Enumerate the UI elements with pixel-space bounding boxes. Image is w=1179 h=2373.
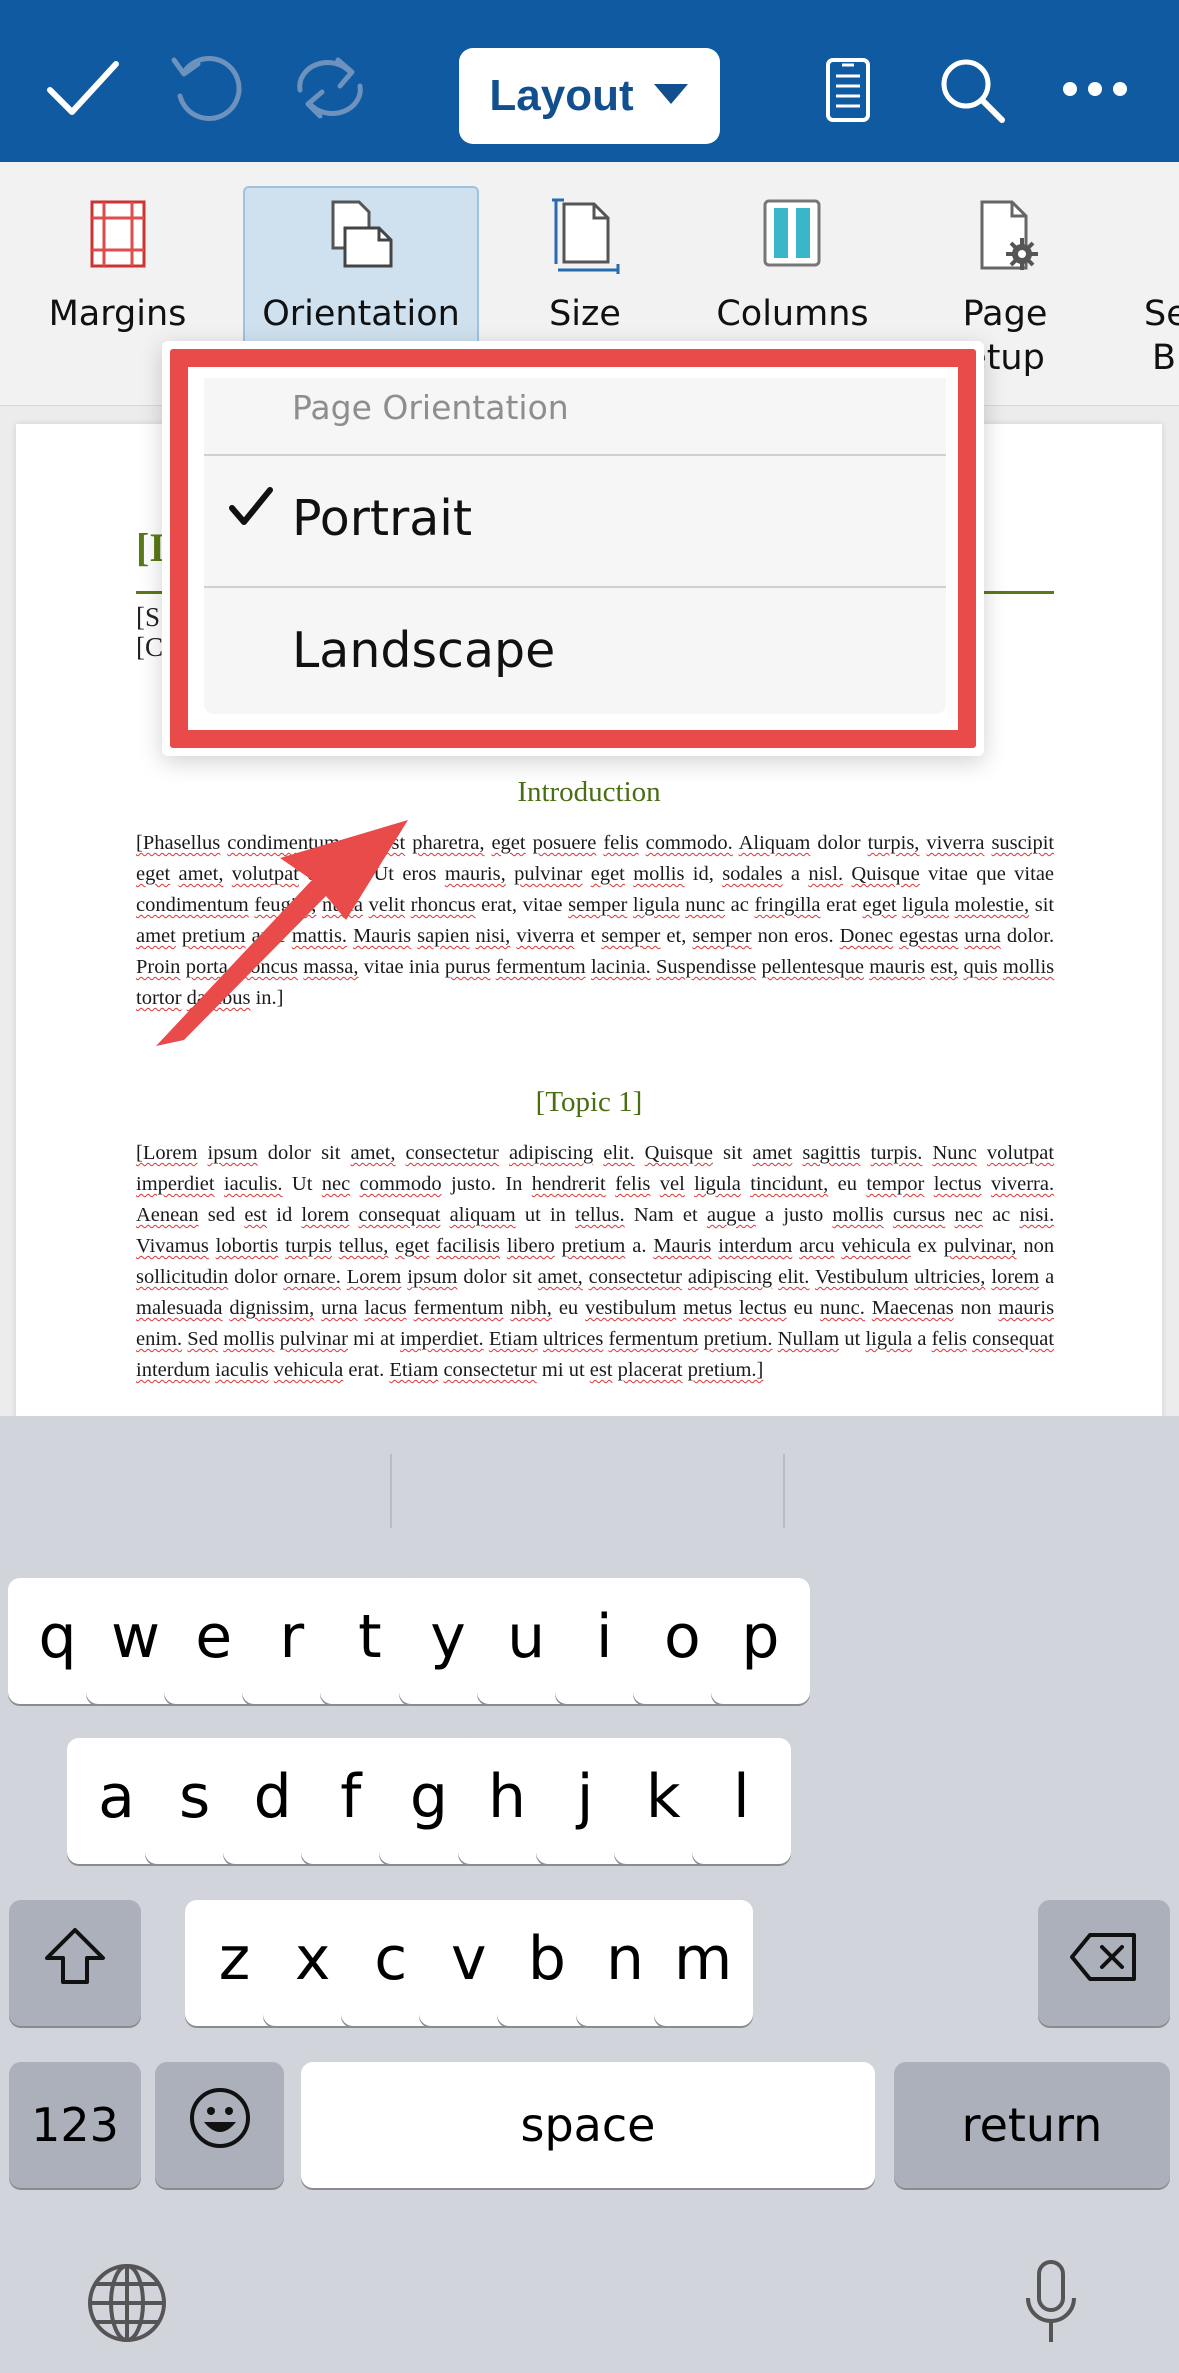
orientation-icon (327, 198, 397, 275)
top-toolbar: Layout (0, 0, 1179, 162)
key-label: k (645, 1762, 681, 1832)
size-icon (550, 198, 622, 279)
key-p[interactable]: p (710, 1578, 810, 1704)
annotation-arrow (150, 800, 430, 1065)
doc-date-line: [C (136, 632, 163, 662)
key-label: f (340, 1762, 362, 1832)
key-label: t (358, 1602, 382, 1672)
checkmark-icon[interactable] (42, 52, 122, 127)
more-icon[interactable] (1060, 78, 1130, 105)
doc-title: [I (136, 525, 165, 570)
emoji-icon (188, 2086, 252, 2165)
key-label: i (595, 1602, 613, 1672)
redo-icon[interactable] (290, 50, 370, 131)
ribbon-size-label: Size (549, 294, 621, 334)
chevron-down-icon (652, 82, 690, 111)
backspace-icon (1068, 1928, 1140, 1998)
ribbon-columns-label: Columns (716, 294, 869, 334)
suggestion-divider (390, 1454, 392, 1528)
ribbon-section-breaks-label-2: Bi (1152, 338, 1179, 378)
topic-paragraph: [Lorem ipsum dolor sit amet, consectetur… (136, 1142, 1055, 1381)
key-label: x (294, 1924, 331, 1994)
numbers-key[interactable]: 123 (9, 2062, 141, 2188)
highlight-box (170, 349, 976, 748)
key-label: y (430, 1602, 466, 1672)
key-label: o (663, 1602, 701, 1672)
doc-subtitle-line: [S (136, 602, 161, 632)
key-label: j (576, 1762, 594, 1832)
ribbon-section-breaks-label-1: Se (1144, 294, 1179, 334)
ribbon-page-setup-label-1: Page (962, 294, 1048, 334)
globe-icon[interactable] (86, 2262, 168, 2349)
ribbon-orientation-label: Orientation (262, 294, 460, 334)
key-label: q (38, 1602, 77, 1672)
ribbon-margins-label: Margins (48, 294, 187, 334)
emoji-key[interactable] (155, 2062, 284, 2188)
key-label: a (98, 1762, 135, 1832)
key-label: b (527, 1924, 566, 1994)
key-label: h (487, 1762, 527, 1832)
topic-heading: [Topic 1] (535, 1086, 643, 1118)
layout-label: Layout (489, 71, 634, 120)
key-label: n (605, 1924, 645, 1994)
key-label: c (374, 1924, 408, 1994)
key-m[interactable]: m (653, 1900, 753, 2026)
search-icon[interactable] (938, 56, 1008, 131)
backspace-key[interactable] (1038, 1900, 1170, 2026)
key-label: e (195, 1602, 233, 1672)
key-label: d (253, 1762, 292, 1832)
key-l[interactable]: l (691, 1738, 791, 1864)
mobile-view-icon[interactable] (822, 56, 874, 129)
key-label: m (673, 1924, 733, 1994)
return-key[interactable]: return (894, 2062, 1170, 2188)
key-label: v (451, 1924, 487, 1994)
key-label: p (741, 1602, 780, 1672)
space-key[interactable]: space (301, 2062, 875, 2188)
return-key-label: return (961, 2098, 1103, 2152)
undo-icon[interactable] (168, 50, 242, 131)
shift-key[interactable] (9, 1900, 141, 2026)
margins-icon (88, 198, 148, 275)
page-setup-icon (976, 198, 1042, 279)
space-key-label: space (520, 2098, 656, 2152)
columns-icon (762, 198, 822, 275)
numbers-key-label: 123 (31, 2098, 119, 2152)
ribbon-section-breaks[interactable]: Se Bi (1130, 162, 1179, 405)
layout-tab-dropdown[interactable]: Layout (459, 48, 720, 144)
key-label: s (178, 1762, 211, 1832)
key-label: r (279, 1602, 305, 1672)
shift-icon (43, 1926, 107, 2001)
key-label: l (732, 1762, 750, 1832)
key-label: z (218, 1924, 251, 1994)
microphone-icon[interactable] (1022, 2258, 1080, 2351)
key-label: u (507, 1602, 546, 1672)
key-label: w (111, 1602, 161, 1672)
suggestion-divider (783, 1454, 785, 1528)
key-label: g (409, 1762, 448, 1832)
